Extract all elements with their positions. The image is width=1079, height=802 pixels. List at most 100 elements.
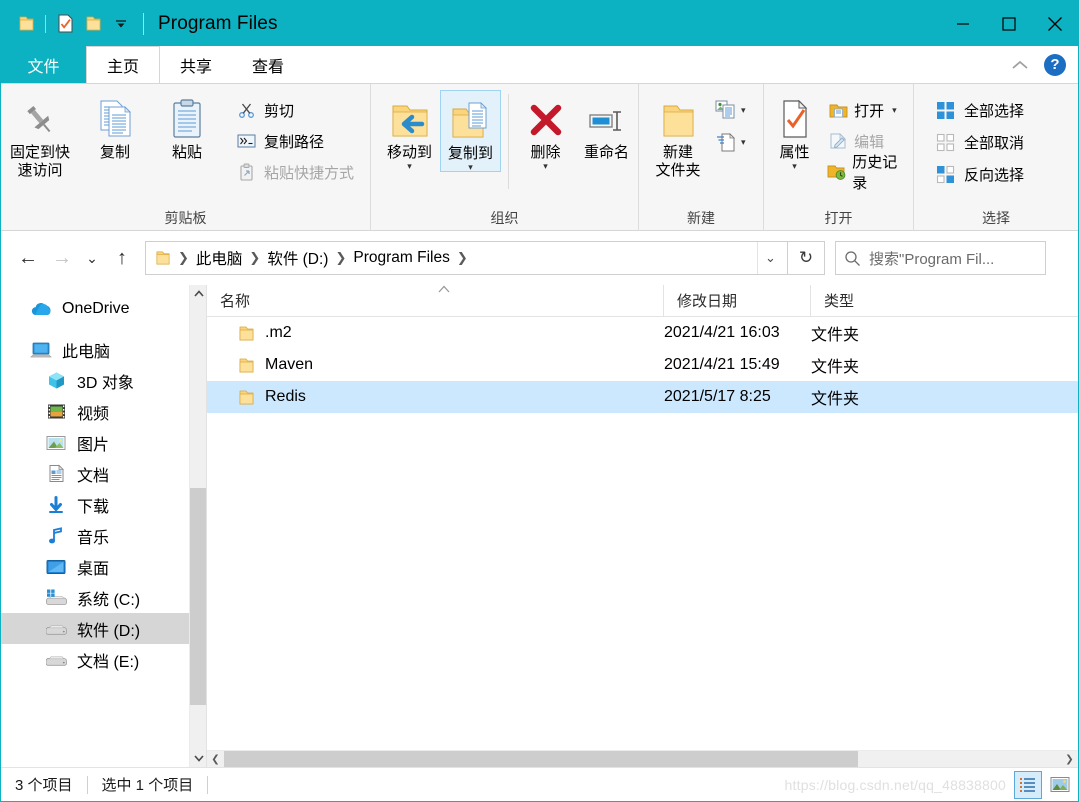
easy-access-caret-icon[interactable]: ▾ [741,138,746,147]
breadcrumb-separator[interactable]: ❯ [333,250,348,266]
delete-button[interactable]: 删除 ▾ [516,90,575,171]
navigation-scrollbar[interactable] [189,285,206,767]
details-view-button[interactable] [1014,770,1042,799]
ribbon-group-new: 新建 文件夹 ▾ ▾ 新建 [639,84,764,231]
window-title: Program Files [158,12,278,34]
nav-scroll-up-button[interactable] [190,285,206,302]
refresh-button[interactable]: ↻ [788,241,825,275]
new-item-button[interactable]: ▾ [709,97,752,123]
sidebar-item-desktop[interactable]: 桌面 [1,551,206,582]
move-to-button[interactable]: 移动到 ▾ [379,90,440,171]
sidebar-item-3d-objects[interactable]: 3D 对象 [1,365,206,396]
move-to-icon [388,94,432,140]
sidebar-item-system-drive-c[interactable]: 系统 (C:) [1,582,206,613]
sidebar-item-pictures[interactable]: 图片 [1,427,206,458]
new-folder-icon [657,94,699,140]
copy-to-label: 复制到 [448,145,494,162]
sidebar-item-downloads[interactable]: 下载 [1,489,206,520]
breadcrumb-item-this-pc[interactable]: 此电脑 [191,244,248,272]
sidebar-item-drive-d[interactable]: 软件 (D:) [1,613,206,644]
qat-properties-icon[interactable] [51,10,79,38]
column-header-name[interactable]: 名称 [207,284,664,317]
delete-caret-icon[interactable]: ▾ [543,162,548,171]
copy-button[interactable]: 复制 [79,90,151,162]
pin-to-quick-access-button[interactable]: 固定到快 速访问 [1,90,79,181]
new-item-caret-icon[interactable]: ▾ [741,106,746,115]
breadcrumb-separator[interactable]: ❯ [455,250,470,266]
maximize-button[interactable] [986,1,1032,46]
paste-button[interactable]: 粘贴 [151,90,223,162]
properties-caret-icon[interactable]: ▾ [792,162,797,171]
tab-file[interactable]: 文件 [1,46,86,83]
breadcrumb-separator[interactable]: ❯ [247,250,262,266]
sidebar-item-music[interactable]: 音乐 [1,520,206,551]
sidebar-item-videos[interactable]: 视频 [1,396,206,427]
tab-view[interactable]: 查看 [232,46,304,83]
tab-share[interactable]: 共享 [160,46,232,83]
qat-customize-chevron-icon[interactable] [107,10,135,38]
breadcrumb-item-program-files[interactable]: Program Files [348,244,454,272]
item-count: 3 个项目 [15,777,73,794]
up-button[interactable]: ↑ [105,241,139,275]
select-small-buttons: 全部选择 全部取消 反向选择 [928,90,1030,190]
hscroll-left-button[interactable]: ❮ [207,751,224,768]
horizontal-scrollbar[interactable]: ❮ ❯ [207,750,1078,768]
open-button[interactable]: 打开 ▾ [821,95,913,125]
nav-scrollbar-thumb[interactable] [190,488,206,705]
close-button[interactable] [1032,1,1078,46]
back-button[interactable]: ← [11,241,45,275]
table-row[interactable]: Redis 2021/5/17 8:25 文件夹 [207,381,1078,413]
column-header-date[interactable]: 修改日期 [664,284,811,317]
select-all-button[interactable]: 全部选择 [928,95,1030,126]
move-to-caret-icon[interactable]: ▾ [407,162,412,171]
sidebar-label: 系统 (C:) [77,591,141,609]
hscroll-right-button[interactable]: ❯ [1061,751,1078,768]
hscrollbar-thumb[interactable] [224,751,858,768]
new-folder-button[interactable]: 新建 文件夹 [647,90,709,181]
copy-path-button[interactable]: 复制路径 [229,126,360,156]
breadcrumb[interactable]: ❯ 此电脑 ❯ 软件 (D:) ❯ Program Files ❯ ⌄ [145,241,788,275]
folder-icon [238,389,255,406]
table-row[interactable]: Maven 2021/4/21 15:49 文件夹 [207,349,1078,381]
qat-folder-icon[interactable] [12,10,40,38]
breadcrumb-separator[interactable]: ❯ [176,250,191,266]
history-button[interactable]: 历史记录 [821,154,913,192]
invert-selection-button[interactable]: 反向选择 [928,159,1030,190]
qat-new-folder-icon[interactable] [79,10,107,38]
breadcrumb-dropdown-icon[interactable]: ⌄ [757,242,783,274]
file-name: Redis [265,388,306,405]
breadcrumb-root-icon[interactable] [150,244,176,272]
open-caret-icon[interactable]: ▾ [892,106,897,115]
recent-locations-button[interactable]: ⌄ [79,241,105,275]
breadcrumb-item-drive-d[interactable]: 软件 (D:) [262,244,333,272]
sidebar-item-onedrive[interactable]: OneDrive [1,293,206,324]
column-header-type[interactable]: 类型 [811,285,1078,317]
copy-to-button[interactable]: 复制到 ▾ [440,90,502,173]
sidebar-item-drive-e[interactable]: 文档 (E:) [1,644,206,675]
minimize-button[interactable] [940,1,986,46]
copy-to-caret-icon[interactable]: ▾ [468,163,473,172]
tab-home[interactable]: 主页 [86,46,161,83]
large-icons-view-button[interactable] [1046,771,1074,799]
cut-button[interactable]: 剪切 [229,95,360,125]
sidebar-item-documents[interactable]: 文档 [1,458,206,489]
forward-button[interactable]: → [45,241,79,275]
status-separator [207,775,209,794]
history-label: 历史记录 [852,154,898,192]
properties-button[interactable]: 属性 ▾ [770,90,819,171]
paste-icon [169,94,205,140]
collapse-ribbon-icon[interactable] [1010,59,1030,71]
nav-scroll-down-button[interactable] [190,750,206,767]
paste-shortcut-button[interactable]: 粘贴快捷方式 [229,157,360,187]
help-icon[interactable]: ? [1044,53,1066,76]
search-input[interactable]: 搜索"Program Fil... [835,241,1046,275]
rename-label: 重命名 [584,144,630,161]
rename-button[interactable]: 重命名 [575,90,638,162]
file-date: 2021/5/17 8:25 [664,388,771,405]
table-row[interactable]: .m2 2021/4/21 16:03 文件夹 [207,317,1078,349]
easy-access-button[interactable]: ▾ [709,129,752,155]
copy-path-label: 复制路径 [264,133,325,151]
sidebar-item-this-pc[interactable]: 此电脑 [1,334,206,365]
select-none-button[interactable]: 全部取消 [928,127,1030,158]
file-rows: .m2 2021/4/21 16:03 文件夹 Maven 2021/4/21 … [207,317,1078,750]
